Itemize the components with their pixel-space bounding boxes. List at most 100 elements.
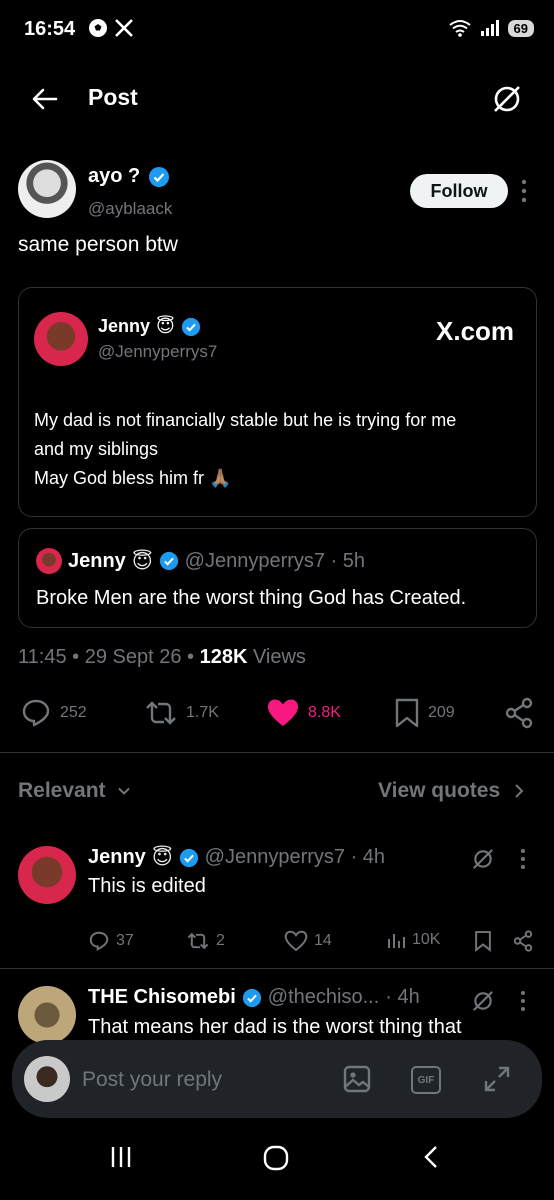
views-label: Views [247, 646, 306, 668]
soccer-ball-icon [89, 19, 107, 37]
author-name-row[interactable]: ayo ? [88, 165, 170, 188]
status-bar: 16:54 69 [0, 0, 554, 60]
verified-badge-icon [159, 551, 178, 571]
more-options-icon[interactable] [518, 178, 530, 204]
repost-count: 2 [216, 932, 225, 949]
quoted-line: and my siblings [34, 439, 159, 459]
bookmark-count: 209 [428, 704, 455, 721]
reply-text: That means her dad is the worst thing th… [88, 1016, 462, 1038]
quoted-line: May God bless him fr 🙏🏽 [34, 468, 232, 488]
back-arrow-icon[interactable] [30, 84, 60, 114]
reply-author-name[interactable]: THE Chisomebi [88, 986, 236, 1009]
meta-separator: • [181, 646, 200, 668]
grok-icon[interactable] [470, 846, 496, 872]
reply-author-avatar[interactable] [18, 846, 76, 904]
reply-author-emoji: 😇 [151, 847, 173, 869]
reply-count: 37 [116, 932, 134, 949]
author-avatar[interactable] [18, 160, 76, 218]
image-icon[interactable] [342, 1064, 372, 1094]
heart-icon [284, 930, 308, 952]
share-icon[interactable] [504, 697, 534, 729]
views-icon [388, 934, 405, 948]
post-meta: 11:45 • 29 Sept 26 • 128K Views [18, 646, 306, 669]
view-quotes-label: View quotes [378, 779, 501, 802]
reply-author-avatar[interactable] [18, 986, 76, 1044]
author-name: ayo ? [88, 165, 141, 187]
like-count: 8.8K [308, 704, 341, 721]
battery-level: 69 [507, 19, 534, 37]
nested-author-name: Jenny [68, 549, 126, 572]
nested-quote-header: Jenny 😇 @Jennyperrys7 · 5h [36, 548, 365, 574]
signal-icon [480, 20, 499, 36]
reply-button[interactable]: 252 [20, 697, 87, 729]
post-date: 29 Sept 26 [84, 646, 182, 668]
home-icon[interactable] [262, 1144, 290, 1172]
like-button[interactable]: 8.8K [266, 697, 341, 729]
sort-dropdown[interactable]: Relevant [18, 779, 132, 803]
reply-action-bar: 37 2 14 10K [88, 930, 538, 954]
nested-author-emoji: 😇 [131, 550, 153, 573]
divider [0, 752, 554, 753]
verified-badge-icon [242, 988, 261, 1007]
share-icon[interactable] [512, 930, 534, 952]
views-button[interactable]: 10K [386, 930, 440, 950]
post-action-bar: 252 1.7K 8.8K 209 [0, 697, 554, 733]
source-label: X.com [436, 316, 515, 346]
verified-badge-icon [149, 166, 170, 187]
repost-icon [146, 701, 176, 725]
reply-time: · 4h [385, 986, 420, 1008]
chevron-right-icon [515, 784, 524, 798]
post-time: 11:45 [18, 646, 67, 668]
quoted-author-name: Jenny [98, 316, 151, 336]
bookmark-icon[interactable] [474, 930, 492, 952]
bookmark-button[interactable]: 209 [394, 697, 455, 729]
author-handle[interactable]: @ayblaack [88, 199, 172, 219]
follow-button[interactable]: Follow [410, 174, 508, 208]
divider [0, 968, 554, 969]
top-bar: Post [0, 70, 554, 130]
gif-button[interactable]: GIF [411, 1066, 441, 1094]
heart-filled-icon [268, 699, 298, 726]
nested-quote-card[interactable] [18, 528, 537, 628]
more-options-icon[interactable] [518, 848, 528, 870]
quoted-post-text: My dad is not financially stable but he … [34, 406, 524, 493]
x-logo-icon [115, 19, 133, 37]
quoted-author-emoji: 😇 [156, 316, 175, 336]
repost-button[interactable]: 2 [186, 930, 225, 952]
bookmark-icon [395, 698, 419, 728]
system-back-icon[interactable] [420, 1144, 442, 1170]
sort-label: Relevant [18, 779, 106, 802]
status-time: 16:54 [24, 18, 76, 40]
quoted-author-handle: @Jennyperrys7 [98, 342, 218, 361]
chevron-down-icon [117, 787, 130, 795]
reply-count: 252 [60, 704, 87, 721]
repost-button[interactable]: 1.7K [144, 697, 219, 729]
page-title: Post [88, 84, 138, 110]
verified-badge-icon [181, 317, 200, 336]
views-count: 10K [412, 931, 441, 948]
recent-apps-icon[interactable] [108, 1144, 134, 1170]
meta-separator: • [66, 646, 85, 668]
wifi-icon [448, 20, 471, 37]
reply-button[interactable]: 37 [88, 930, 134, 952]
reply-icon [89, 931, 109, 951]
like-button[interactable]: 14 [284, 930, 332, 952]
post-text: same person btw [18, 233, 178, 256]
quoted-author-name-row: Jenny 😇 [98, 316, 201, 337]
reply-handle: @thechiso... [267, 986, 380, 1008]
reply-input[interactable] [82, 1065, 312, 1095]
reply-author-name[interactable]: Jenny [88, 846, 146, 869]
views-count: 128K [199, 646, 248, 668]
grok-icon[interactable] [490, 82, 524, 116]
nested-author-handle-time: @Jennyperrys7 · 5h [184, 549, 366, 572]
view-quotes-link[interactable]: View quotes [378, 779, 526, 803]
more-options-icon[interactable] [518, 990, 528, 1012]
grok-icon[interactable] [470, 988, 496, 1014]
nested-quote-text: Broke Men are the worst thing God has Cr… [36, 587, 467, 609]
reply-header: THE Chisomebi @thechiso... · 4h [88, 986, 420, 1009]
current-user-avatar [24, 1056, 70, 1102]
repost-count: 1.7K [186, 704, 219, 721]
expand-icon[interactable] [482, 1064, 512, 1094]
verified-badge-icon [179, 848, 198, 867]
quoted-author-avatar [34, 312, 88, 366]
